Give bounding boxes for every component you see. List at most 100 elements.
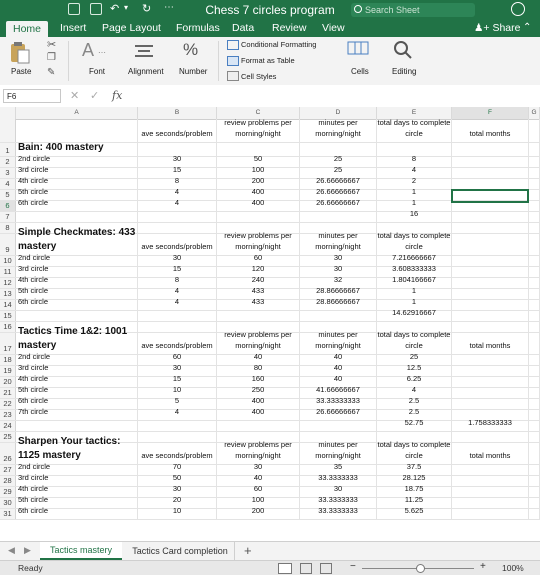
cell-b[interactable] [138,223,217,233]
row-header[interactable]: 25 [0,432,16,442]
font-icon[interactable]: A [82,40,94,61]
cell-f[interactable] [452,179,529,189]
page-layout-view-icon[interactable] [300,563,312,574]
share-button[interactable]: ♟+ Share [474,22,521,34]
prev-sheet-icon[interactable]: ◀ [8,545,15,556]
row-header[interactable]: 17 [0,333,16,354]
cell-d[interactable]: 26.66666667 [300,407,377,420]
feedback-smiley-icon[interactable] [511,2,525,16]
cell-b[interactable]: ave seconds/problem [138,234,217,255]
cell-d[interactable]: minutes per morning/night [300,440,377,464]
cell-c[interactable] [217,421,300,431]
cell-f[interactable] [452,498,529,508]
cell-f[interactable] [452,509,529,519]
normal-view-icon[interactable] [278,563,292,574]
zoom-slider-handle[interactable] [416,564,425,573]
row-header[interactable]: 23 [0,410,16,420]
column-header-e[interactable]: E [377,107,452,119]
row-header[interactable]: 15 [0,311,16,321]
cell-g[interactable] [529,377,540,387]
cell-g[interactable] [529,234,540,255]
row-header[interactable]: 27 [0,465,16,475]
tab-formulas[interactable]: Formulas [176,22,220,34]
cell-g[interactable] [529,289,540,299]
cell-f[interactable] [452,355,529,365]
cell-styles-button[interactable]: Cell Styles [241,72,276,81]
cell-f[interactable] [452,278,529,288]
cell-g[interactable] [529,322,540,332]
cell-e[interactable]: total days to complete circle [377,119,452,142]
column-header-b[interactable]: B [138,107,217,119]
cell-c[interactable]: review problems per morning/night [217,231,300,255]
cell-f[interactable] [452,267,529,277]
cell-c[interactable]: 400 [217,198,300,211]
cell-g[interactable] [529,256,540,266]
row-header[interactable]: 13 [0,289,16,299]
name-box[interactable]: F6 [3,89,61,103]
cell-g[interactable] [529,421,540,431]
cell-g[interactable] [529,179,540,189]
tab-home[interactable]: Home [6,21,48,37]
cell-e[interactable]: 14.62916667 [377,308,452,321]
cell-a[interactable] [16,421,138,431]
cell-a[interactable]: Sharpen Your tactics: 1125 mastery [16,436,138,464]
paste-icon[interactable] [9,41,31,65]
cell-g[interactable] [529,509,540,519]
column-header-g[interactable]: G [529,107,540,119]
cell-b[interactable] [138,311,217,321]
cell-d[interactable]: 26.66666667 [300,198,377,211]
row-header[interactable]: 18 [0,355,16,365]
cut-icon[interactable]: ✂ [47,38,56,51]
cell-g[interactable] [529,476,540,486]
percent-icon[interactable]: % [183,40,198,60]
cell-e[interactable]: 52.75 [377,418,452,431]
cell-c[interactable]: 200 [217,506,300,519]
cell-g[interactable] [529,311,540,321]
selected-cell-f6[interactable] [451,189,529,203]
row-header[interactable]: 2 [0,157,16,167]
cell-g[interactable] [529,201,540,211]
cell-g[interactable] [529,278,540,288]
cell-e[interactable]: total days to complete circle [377,330,452,354]
row-header[interactable]: 19 [0,366,16,376]
zoom-in-button[interactable]: + [480,561,486,572]
format-as-table-button[interactable]: Format as Table [241,56,295,65]
row-header[interactable]: 4 [0,179,16,189]
row-header[interactable]: 30 [0,498,16,508]
cell-a[interactable]: Tactics Time 1&2: 1001 mastery [16,326,138,354]
cancel-icon[interactable]: ✕ [70,89,79,102]
tab-page-layout[interactable]: Page Layout [102,22,161,34]
row-header[interactable]: 31 [0,509,16,519]
row-header[interactable]: 26 [0,443,16,464]
cell-b[interactable]: 10 [138,506,217,519]
cell-c[interactable] [217,311,300,321]
cell-a[interactable] [16,311,138,321]
cell-e[interactable]: 5.625 [377,506,452,519]
row-header[interactable] [0,119,16,142]
cell-d[interactable]: minutes per morning/night [300,119,377,142]
cell-f[interactable] [452,234,529,255]
cell-f[interactable] [452,223,529,233]
cell-g[interactable] [529,366,540,376]
tab-insert[interactable]: Insert [60,22,86,34]
cell-b[interactable] [138,322,217,332]
cell-f[interactable] [452,432,529,442]
cell-g[interactable] [529,157,540,167]
copy-icon[interactable]: ❐ [47,52,56,63]
tab-data[interactable]: Data [232,22,254,34]
row-header[interactable]: 7 [0,212,16,222]
cell-g[interactable] [529,333,540,354]
cell-g[interactable] [529,388,540,398]
cell-e[interactable]: 16 [377,209,452,222]
cell-f[interactable] [452,157,529,167]
alignment-icon[interactable] [134,43,154,59]
cell-b[interactable]: 4 [138,407,217,420]
cell-a[interactable]: 6th circle [16,506,138,519]
cell-d[interactable]: 33.3333333 [300,506,377,519]
cells-icon[interactable] [347,41,369,55]
cell-b[interactable]: ave seconds/problem [138,333,217,354]
cell-c[interactable]: review problems per morning/night [217,119,300,142]
cell-g[interactable] [529,465,540,475]
row-header[interactable]: 28 [0,476,16,486]
cell-g[interactable] [529,300,540,310]
